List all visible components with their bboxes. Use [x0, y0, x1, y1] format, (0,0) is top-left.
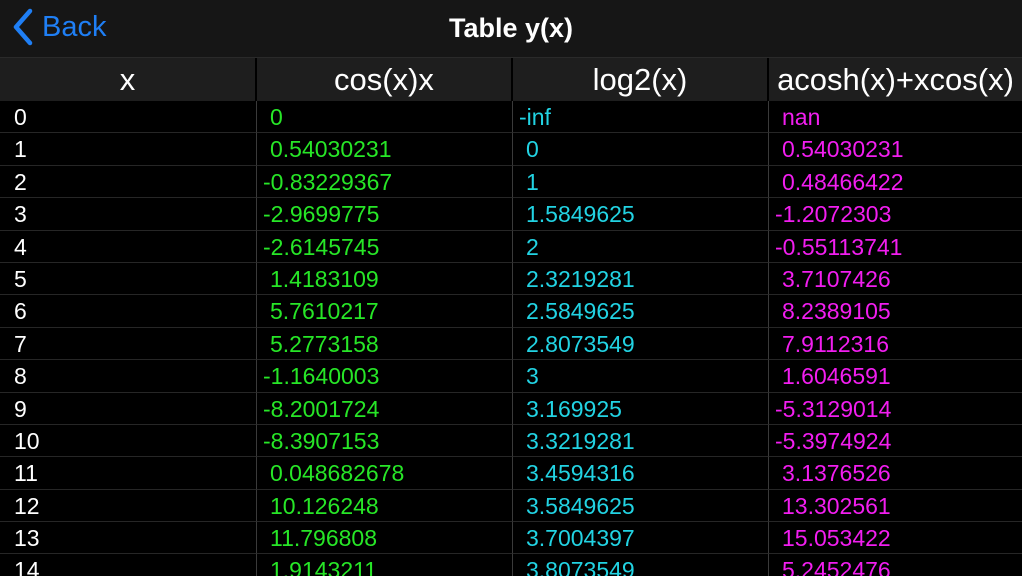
table-row: 6 5.7610217 2.5849625 8.2389105 — [0, 295, 1022, 328]
values-table[interactable]: x cos(x)x log2(x) acosh(x)+xcos(x) 0 0 -in… — [0, 58, 1022, 576]
cell-log2: 3.7004397 — [513, 522, 769, 555]
cell-x: 6 — [0, 295, 257, 328]
cell-acosh: -1.2072303 — [769, 198, 1022, 231]
cell-log2: 2.3219281 — [513, 262, 769, 296]
cell-acosh: 3.7107426 — [769, 263, 1022, 296]
cell-x: 1 — [0, 133, 257, 166]
cell-x: 3 — [0, 198, 257, 231]
cell-x: 8 — [0, 360, 257, 393]
back-label: Back — [42, 10, 107, 43]
table-row: 4 -2.6145745 2 -0.55113741 — [0, 230, 1022, 263]
cell-cos: -8.2001724 — [257, 392, 513, 425]
cell-cos: -2.9699775 — [257, 198, 513, 231]
table-row: 8 -1.1640003 3 1.6046591 — [0, 360, 1022, 393]
cell-cos: 5.2773158 — [257, 327, 513, 361]
cell-cos: -1.1640003 — [257, 360, 513, 393]
column-header-cos: cos(x)x — [257, 58, 513, 101]
chevron-left-icon — [13, 8, 33, 46]
cell-log2: 1.5849625 — [513, 198, 769, 231]
cell-acosh: 13.302561 — [769, 490, 1022, 523]
cell-log2: 1 — [513, 165, 769, 199]
table-row: 2 -0.83229367 1 0.48466422 — [0, 165, 1022, 199]
table-row: 9 -8.2001724 3.169925 -5.3129014 — [0, 392, 1022, 425]
cell-x: 13 — [0, 522, 257, 555]
cell-acosh: 0.54030231 — [769, 133, 1022, 166]
cell-acosh: 3.1376526 — [769, 457, 1022, 490]
cell-x: 7 — [0, 327, 257, 361]
cell-x: 0 — [0, 101, 257, 134]
cell-log2: 2.8073549 — [513, 327, 769, 361]
cell-acosh: 15.053422 — [769, 522, 1022, 555]
cell-cos: 1.9143211 — [257, 554, 513, 576]
cell-log2: -inf — [513, 101, 769, 134]
table-body: 0 0 -inf nan 1 0.54030231 0 0.54030231 2 -0.83229… — [0, 101, 1022, 576]
table-row: 7 5.2773158 2.8073549 7.9112316 — [0, 327, 1022, 361]
cell-acosh: 1.6046591 — [769, 360, 1022, 393]
cell-log2: 2 — [513, 230, 769, 263]
cell-x: 11 — [0, 457, 257, 490]
cell-acosh: nan — [769, 101, 1022, 134]
cell-cos: -8.3907153 — [257, 424, 513, 458]
cell-acosh: -5.3129014 — [769, 393, 1022, 425]
table-row: 14 1.9143211 3.8073549 5.2452476 — [0, 554, 1022, 576]
table-row: 10 -8.3907153 3.3219281 -5.3974924 — [0, 424, 1022, 458]
cell-x: 4 — [0, 230, 257, 263]
cell-log2: 3.3219281 — [513, 424, 769, 458]
cell-acosh: 0.48466422 — [769, 166, 1022, 199]
table-row: 0 0 -inf nan — [0, 101, 1022, 134]
table-row: 1 0.54030231 0 0.54030231 — [0, 133, 1022, 166]
cell-x: 12 — [0, 489, 257, 523]
column-header-x: x — [0, 58, 257, 101]
cell-log2: 3.5849625 — [513, 489, 769, 523]
cell-x: 2 — [0, 165, 257, 199]
table-row: 12 10.126248 3.5849625 13.302561 — [0, 489, 1022, 523]
cell-cos: -2.6145745 — [257, 230, 513, 263]
cell-log2: 2.5849625 — [513, 295, 769, 328]
table-row: 5 1.4183109 2.3219281 3.7107426 — [0, 262, 1022, 296]
cell-log2: 3.4594316 — [513, 457, 769, 490]
cell-cos: -0.83229367 — [257, 165, 513, 199]
cell-cos: 11.796808 — [257, 522, 513, 555]
page-title: Table y(x) — [448, 13, 574, 43]
cell-x: 5 — [0, 262, 257, 296]
cell-acosh: -5.3974924 — [769, 425, 1022, 458]
cell-x: 9 — [0, 392, 257, 425]
back-button[interactable]: Back — [12, 6, 106, 48]
column-header-acosh: acosh(x)+xcos(x) — [777, 62, 1014, 97]
cell-acosh: 7.9112316 — [769, 328, 1022, 361]
cell-cos: 0 — [257, 101, 513, 134]
cell-log2: 3.169925 — [513, 392, 769, 425]
table-header-row: x cos(x)x log2(x) acosh(x)+xcos(x) — [0, 58, 1022, 101]
column-header-log2: log2(x) — [513, 58, 769, 101]
cell-cos: 0.54030231 — [257, 133, 513, 166]
cell-acosh: 5.2452476 — [769, 554, 1022, 576]
cell-acosh: 8.2389105 — [769, 295, 1022, 328]
table-row: 13 11.796808 3.7004397 15.053422 — [0, 522, 1022, 555]
cell-cos: 0.048682678 — [257, 457, 513, 490]
cell-log2: 0 — [513, 133, 769, 166]
cell-x: 14 — [0, 554, 257, 576]
table-row: 3 -2.9699775 1.5849625 -1.2072303 — [0, 198, 1022, 231]
table-row: 11 0.048682678 3.4594316 3.1376526 — [0, 457, 1022, 490]
cell-cos: 1.4183109 — [257, 262, 513, 296]
cell-cos: 10.126248 — [257, 489, 513, 523]
cell-x: 10 — [0, 424, 257, 458]
cell-cos: 5.7610217 — [257, 295, 513, 328]
cell-log2: 3.8073549 — [513, 554, 769, 576]
cell-acosh: -0.55113741 — [769, 231, 1022, 263]
cell-log2: 3 — [513, 360, 769, 393]
navigation-bar: Back Table y(x) — [0, 0, 1022, 58]
